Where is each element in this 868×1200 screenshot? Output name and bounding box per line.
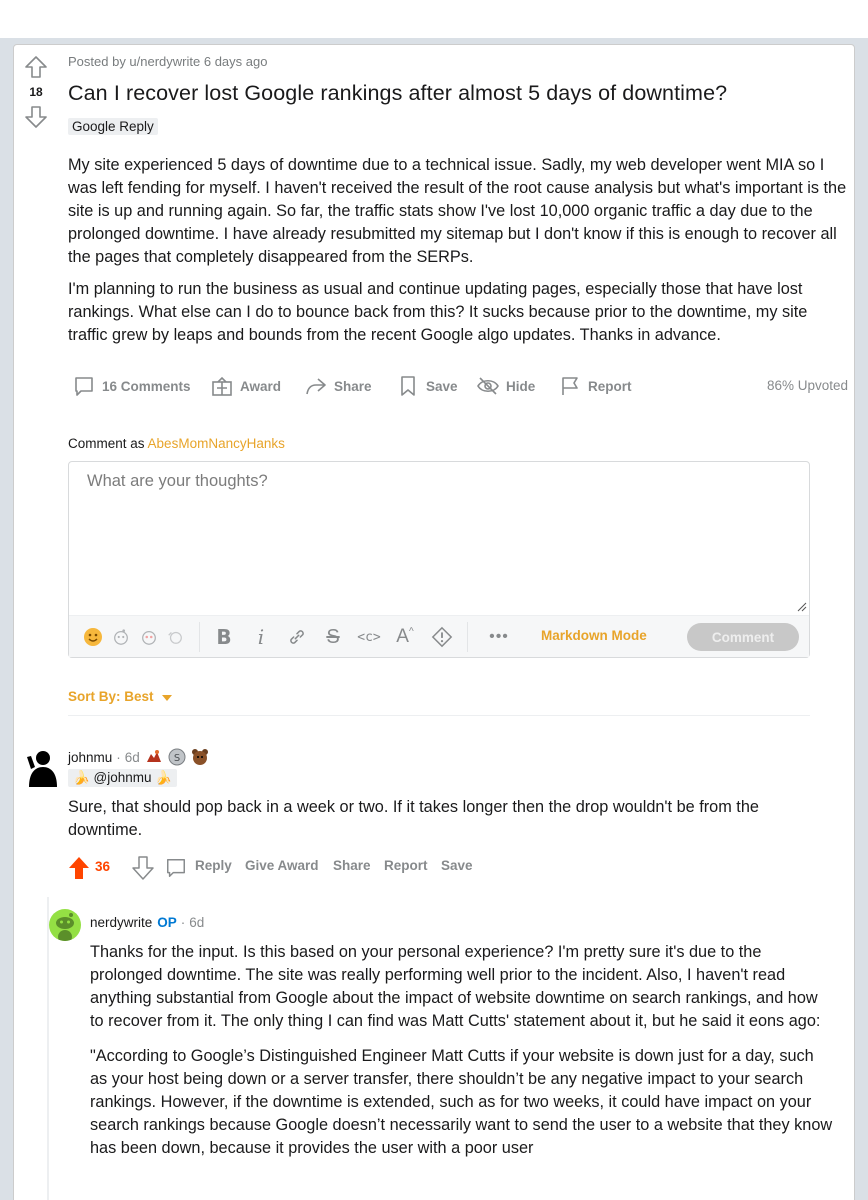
inline-code-icon[interactable]: <c>	[357, 625, 381, 649]
thread-line[interactable]	[47, 897, 49, 1200]
share-button[interactable]: Share	[304, 371, 372, 401]
comment-body: Thanks for the input. Is this based on y…	[90, 941, 835, 1172]
sort-label: Sort By: Best	[68, 689, 154, 704]
share-label: Share	[334, 378, 372, 394]
chevron-down-icon	[161, 694, 172, 701]
comment-paragraph: "According to Google’s Distinguished Eng…	[90, 1047, 833, 1157]
post-score: 18	[29, 85, 43, 99]
top-strip	[0, 0, 868, 38]
svg-text:S: S	[174, 753, 180, 764]
snoo-heart-emoji-icon[interactable]	[137, 625, 161, 649]
comment-as: Comment as AbesMomNancyHanks	[68, 436, 285, 451]
award-badge-icon[interactable]	[145, 748, 163, 766]
comment-textarea[interactable]	[69, 462, 809, 614]
comment-as-label: Comment as	[68, 436, 145, 451]
superscript-icon[interactable]: A^	[393, 625, 417, 649]
report-label: Report	[588, 378, 632, 394]
comments-button[interactable]: 16 Comments	[72, 371, 191, 401]
save-button[interactable]: Save	[396, 371, 458, 401]
comment-header: nerdywrite OP · 6d	[90, 915, 204, 930]
comment-paragraph: Thanks for the input. Is this based on y…	[90, 943, 821, 1030]
hide-button[interactable]: Hide	[476, 371, 535, 401]
post-paragraph: I'm planning to run the business as usua…	[68, 280, 808, 344]
hide-label: Hide	[506, 378, 536, 394]
hide-eye-icon	[477, 377, 499, 395]
comment-icon	[167, 859, 185, 877]
comment-time: 6d	[124, 749, 140, 765]
upvote-icon[interactable]	[24, 55, 48, 79]
comment-action-bar: 36 Reply Give Award Share Report Save	[68, 854, 568, 882]
resize-handle-icon[interactable]	[797, 602, 807, 612]
comment-icon	[75, 377, 93, 396]
comment-username[interactable]: nerdywrite	[90, 915, 152, 930]
silver-award-icon[interactable]: S	[168, 748, 186, 766]
strikethrough-icon[interactable]: S	[321, 625, 345, 649]
flag-icon	[562, 377, 578, 395]
report-button[interactable]: Report	[558, 371, 632, 401]
more-options-icon[interactable]: •••	[487, 625, 511, 649]
spoiler-icon[interactable]	[430, 625, 454, 649]
toolbar-separator	[199, 622, 200, 652]
separator-dot: ·	[180, 915, 186, 930]
avatar[interactable]	[49, 909, 81, 941]
share-icon	[306, 378, 326, 395]
post-meta: Posted by u/nerdywrite 6 days ago	[68, 54, 268, 69]
post-flair[interactable]: Google Reply	[68, 118, 158, 135]
user-flair: 🍌 @johnmu 🍌	[68, 769, 178, 787]
post-paragraph: My site experienced 5 days of downtime d…	[68, 156, 847, 266]
post-body: My site experienced 5 days of downtime d…	[68, 154, 848, 356]
save-button[interactable]: Save	[441, 858, 473, 873]
give-award-button[interactable]: Give Award	[245, 858, 319, 873]
italic-icon[interactable]: i	[249, 625, 273, 649]
comment-header: johnmu · 6d S	[68, 748, 209, 766]
sort-dropdown[interactable]: Sort By: Best	[68, 689, 172, 704]
comment-submit-button[interactable]: Comment	[687, 623, 799, 651]
save-label: Save	[426, 378, 458, 394]
share-button[interactable]: Share	[333, 858, 371, 873]
award-label: Award	[240, 378, 282, 394]
separator-dot: ·	[116, 749, 121, 765]
downvote-icon[interactable]	[24, 105, 48, 129]
vote-column: 18	[24, 55, 48, 129]
bear-award-icon[interactable]	[191, 748, 209, 766]
comment-score: 36	[95, 859, 111, 874]
comments-label: 16 Comments	[102, 378, 191, 394]
link-icon[interactable]	[285, 625, 309, 649]
downvote-icon[interactable]	[132, 856, 154, 880]
reply-button[interactable]: Reply	[195, 858, 232, 873]
bold-icon[interactable]: B	[212, 625, 236, 649]
avatar[interactable]	[25, 749, 59, 787]
post-title[interactable]: Can I recover lost Google rankings after…	[68, 81, 727, 106]
comment-body: Sure, that should pop back in a week or …	[68, 798, 759, 839]
toolbar-separator	[467, 622, 468, 652]
comment-username[interactable]: johnmu	[68, 750, 112, 765]
post-card: 18 Posted by u/nerdywrite 6 days ago Can…	[13, 44, 855, 1200]
snoo-wave-emoji-icon[interactable]	[163, 625, 187, 649]
award-icon	[212, 376, 232, 396]
comment-time: 6d	[189, 915, 205, 930]
op-badge: OP	[157, 915, 177, 930]
divider	[68, 715, 810, 716]
editor-toolbar: B i S <c> A^ ••• Markdown Mode Comment	[69, 615, 809, 657]
upvote-ratio: 86% Upvoted	[766, 378, 848, 393]
upvote-active-icon[interactable]	[68, 856, 90, 880]
award-button[interactable]: Award	[210, 371, 281, 401]
snoo-emoji-icon[interactable]	[109, 625, 133, 649]
bookmark-icon	[401, 376, 415, 396]
markdown-mode-button[interactable]: Markdown Mode	[541, 628, 647, 643]
emoji-picker-icon[interactable]	[81, 625, 105, 649]
post-action-bar: 16 Comments Award Share Save Hide Report…	[68, 371, 848, 403]
comment-as-username[interactable]: AbesMomNancyHanks	[148, 436, 285, 451]
comment-editor: B i S <c> A^ ••• Markdown Mode Comment	[68, 461, 810, 658]
report-button[interactable]: Report	[384, 858, 428, 873]
